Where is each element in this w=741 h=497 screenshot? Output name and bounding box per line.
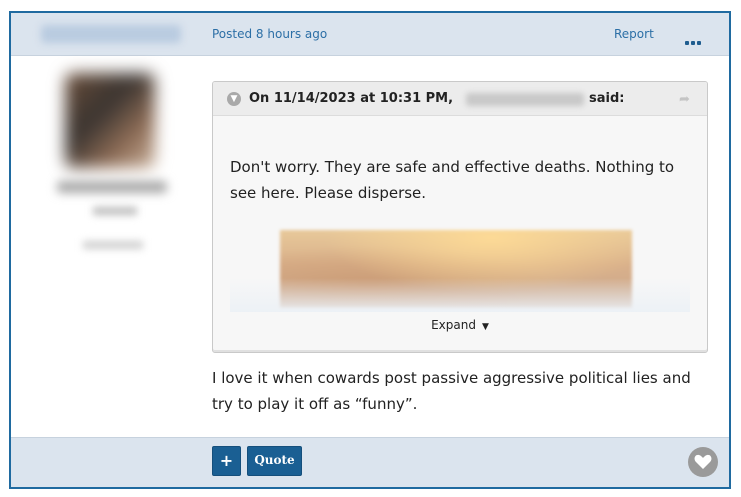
posted-timestamp[interactable]: Posted 8 hours ago (212, 27, 327, 41)
author-name-blurred[interactable] (41, 25, 181, 43)
author-column (31, 13, 189, 313)
post-footer (11, 437, 729, 487)
post-message: I love it when cowards post passive aggr… (212, 369, 691, 413)
share-arrow-icon[interactable]: ➦ (679, 92, 690, 107)
expand-label: Expand (431, 318, 476, 332)
forum-post: Posted 8 hours ago Report ▼ On 11/14/202… (9, 11, 731, 489)
quote-text: Don't worry. They are safe and effective… (230, 158, 675, 202)
author-title-blurred (57, 181, 167, 193)
quote-citation-said: said: (589, 91, 625, 106)
caret-down-icon: ▼ (481, 322, 489, 332)
author-rank-blurred (93, 207, 137, 215)
report-link[interactable]: Report (614, 27, 654, 41)
quote-button[interactable]: Quote (247, 446, 302, 476)
quote-fade-overlay (230, 278, 690, 312)
quoted-username-blurred[interactable] (466, 93, 584, 106)
heart-icon[interactable] (688, 447, 718, 477)
chevron-down-circle-icon[interactable]: ▼ (227, 92, 241, 106)
expand-button[interactable]: Expand ▼ (213, 318, 707, 332)
avatar[interactable] (65, 73, 155, 168)
ellipsis-icon[interactable] (685, 30, 703, 45)
multiquote-plus-button[interactable]: + (212, 446, 241, 476)
quote-block: ▼ On 11/14/2023 at 10:31 PM, said: ➦ Don… (212, 81, 708, 353)
quote-citation-date: On 11/14/2023 at 10:31 PM, (249, 91, 454, 106)
quote-header: ▼ On 11/14/2023 at 10:31 PM, said: ➦ (213, 82, 707, 116)
author-stats-blurred (83, 241, 143, 249)
